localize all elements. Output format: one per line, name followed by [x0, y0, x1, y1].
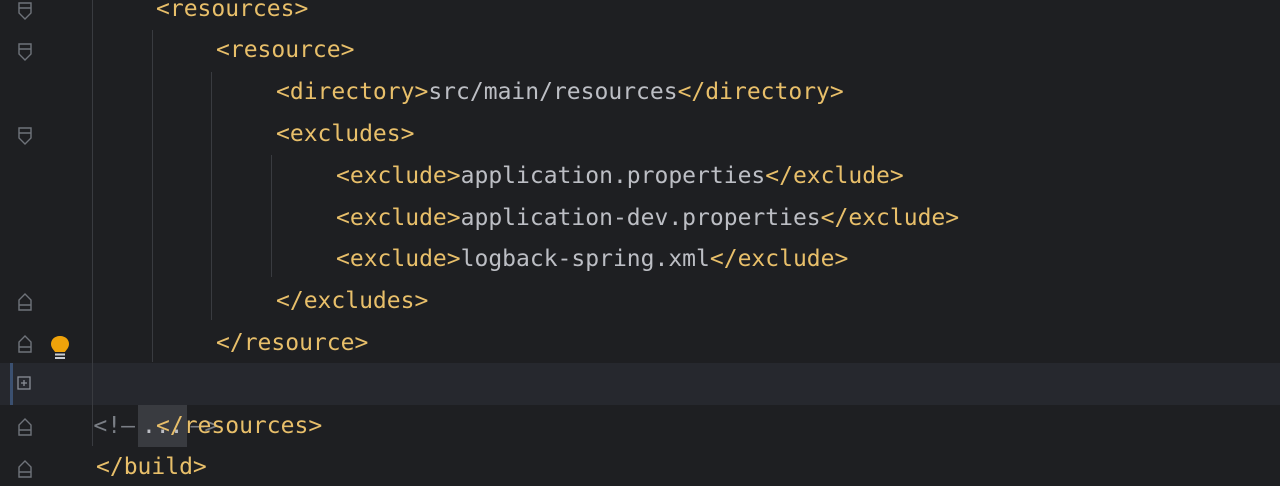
code-line[interactable]: <resources>	[0, 0, 1280, 30]
code-line[interactable]: </build>	[0, 446, 1280, 486]
xml-tag: <directory>	[276, 79, 429, 105]
xml-tag: <exclude>	[336, 205, 461, 231]
xml-tag: </build>	[96, 454, 207, 480]
xml-tag: </excludes>	[276, 288, 429, 314]
xml-tag: <excludes>	[276, 121, 415, 147]
code-line[interactable]: <exclude>application-dev.properties</exc…	[0, 197, 1280, 239]
xml-text: logback-spring.xml	[460, 246, 710, 272]
xml-tag: </exclude>	[820, 205, 960, 231]
xml-tag: <exclude>	[336, 163, 461, 189]
code-line[interactable]: <excludes>	[0, 113, 1280, 155]
folded-comment-region[interactable]: <!—... —>	[38, 363, 218, 447]
code-line[interactable]: <resource>	[0, 29, 1280, 71]
code-line[interactable]: </resources>	[0, 405, 1280, 447]
xml-tag: <resources>	[156, 0, 309, 22]
xml-tag: </resource>	[216, 330, 369, 356]
code-line[interactable]: </resource>	[0, 322, 1280, 364]
xml-tag: </directory>	[677, 79, 844, 105]
code-line[interactable]: <directory>src/main/resources</directory…	[0, 71, 1280, 113]
code-line[interactable]: </excludes>	[0, 280, 1280, 322]
xml-text: src/main/resources	[428, 79, 678, 105]
code-line[interactable]: <exclude>logback-spring.xml</exclude>	[0, 238, 1280, 280]
xml-text: application-dev.properties	[460, 205, 821, 231]
code-line[interactable]: <exclude>application.properties</exclude…	[0, 155, 1280, 197]
xml-tag: </exclude>	[765, 163, 904, 189]
code-content: <directory>src/main/resources</directory…	[276, 71, 844, 113]
xml-tag: </resources>	[156, 413, 323, 439]
code-editor[interactable]: <resources> <resource> <directory>src/ma…	[0, 0, 1280, 486]
code-content: <exclude>application-dev.properties</exc…	[336, 197, 959, 239]
code-content: <exclude>logback-spring.xml</exclude>	[336, 238, 848, 280]
xml-tag: </exclude>	[709, 246, 849, 272]
xml-tag: <resource>	[216, 37, 355, 63]
code-content: <exclude>application.properties</exclude…	[336, 155, 904, 197]
xml-tag: <exclude>	[336, 246, 461, 272]
xml-text: application.properties	[460, 163, 766, 189]
